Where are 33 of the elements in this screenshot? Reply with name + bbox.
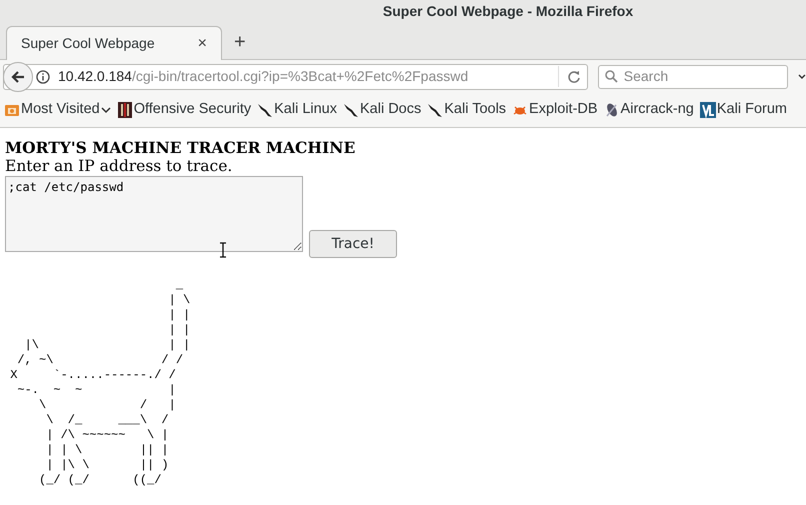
chevron-down-icon [100,106,111,114]
url-field[interactable]: 10.42.0.184/cgi-bin/tracertool.cgi?ip=%3Bcat+%2Fetc%2Fpasswd [3,64,588,90]
bookmark-item[interactable]: Most Visited [4,99,111,121]
bookmark-item[interactable]: Kali Forum [700,99,787,121]
bookmark-item[interactable]: Kali Docs [343,99,422,121]
search-field[interactable]: Search [598,64,788,88]
window-title: Super Cool Webpage - Mozilla Firefox [382,2,634,21]
dropdown-icon[interactable] [798,74,806,80]
reload-icon[interactable] [566,70,581,84]
bookmark-item[interactable]: Kali Tools [427,99,506,121]
close-tab-button[interactable]: × [198,32,207,56]
search-icon [604,70,618,83]
bookmark-item[interactable]: Kali Linux [257,99,337,121]
bookmark-item[interactable]: Aircrack-ng [604,99,694,121]
logo-icon [116,101,133,119]
bookmark-item[interactable]: Exploit-DB [512,99,598,121]
browser-tab[interactable]: Super Cool Webpage × [6,26,222,60]
url-text: 10.42.0.184/cgi-bin/tracertool.cgi?ip=%3Bcat+%2Fetc%2Fpasswd [58,66,559,87]
text-cursor-icon [219,242,227,258]
search-input[interactable]: Search [624,66,774,87]
tab-label: Super Cool Webpage [21,34,155,53]
ascii-cat-art: _ | \ | | | | |\ | | /, ~\ / / X `-.....------./ / ~-. ~ ~ | \ / | \ /_ ___\ / | /\ ~~~~~~ \ | | | \ || | | |\ \ || ) (_/ (_/ ((_/ [9,278,192,488]
info-icon[interactable] [36,70,50,84]
folder-icon [4,102,20,118]
new-tab-button[interactable]: + [228,25,252,59]
back-button[interactable] [3,62,33,92]
prompt-text: Enter an IP address to trace. [5,157,234,176]
trace-button[interactable]: Trace! [309,230,397,258]
back-arrow-icon [11,70,25,84]
logo-icon [700,102,716,118]
bookmark-item[interactable]: Offensive Security [116,99,252,121]
ip-input-field[interactable]: ;cat /etc/passwd [5,176,303,252]
page-heading: MORTY'S MACHINE TRACER MACHINE [5,138,356,157]
